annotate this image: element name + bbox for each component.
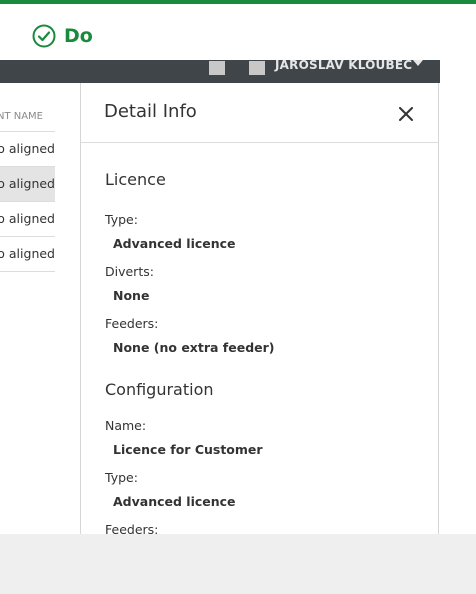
licence-diverts-label: Diverts: bbox=[105, 264, 154, 279]
licence-diverts-value: None bbox=[113, 288, 150, 303]
detail-panel-header: Detail Info bbox=[81, 83, 438, 143]
user-name-menu[interactable]: JAROSLAV KLOUBEC bbox=[275, 58, 412, 72]
status-text: Do bbox=[64, 25, 93, 47]
notification-icon[interactable] bbox=[209, 61, 225, 75]
configuration-section-title: Configuration bbox=[105, 380, 214, 399]
detail-panel-title: Detail Info bbox=[104, 101, 197, 122]
configuration-feeders-label: Feeders: bbox=[105, 522, 159, 534]
licence-type-label: Type: bbox=[105, 212, 138, 227]
detail-panel: Detail Info Licence Type: Advanced licen… bbox=[80, 83, 439, 534]
close-button[interactable] bbox=[393, 101, 419, 127]
table-row[interactable]: Mimo aligned bbox=[0, 237, 55, 272]
configuration-type-value: Advanced licence bbox=[113, 494, 236, 509]
close-icon bbox=[399, 107, 413, 121]
configuration-type-label: Type: bbox=[105, 470, 138, 485]
licence-feeders-label: Feeders: bbox=[105, 316, 159, 331]
table-row-selected[interactable]: Mimo aligned bbox=[0, 167, 55, 202]
configuration-name-label: Name: bbox=[105, 418, 147, 433]
column-header-name[interactable]: ALIGNMENT NAME bbox=[0, 104, 55, 132]
user-avatar[interactable] bbox=[249, 61, 265, 75]
app-header-bar: JAROSLAV KLOUBEC bbox=[0, 58, 440, 83]
licence-section-title: Licence bbox=[105, 170, 166, 189]
status-label: Do bbox=[32, 22, 93, 50]
licence-type-value: Advanced licence bbox=[113, 236, 236, 251]
chevron-down-icon[interactable] bbox=[413, 60, 423, 66]
alignment-list: ALIGNMENT NAME Mimo aligned Mimo aligned… bbox=[0, 104, 55, 272]
app-frame: Do JAROSLAV KLOUBEC ALIGNMENT NAME Mimo … bbox=[0, 4, 476, 534]
check-circle-icon bbox=[32, 24, 56, 48]
configuration-name-value: Licence for Customer bbox=[113, 442, 263, 457]
licence-feeders-value: None (no extra feeder) bbox=[113, 340, 275, 355]
detail-panel-body: Licence Type: Advanced licence Diverts: … bbox=[105, 143, 428, 534]
table-row[interactable]: Mimo aligned bbox=[0, 132, 55, 167]
table-row[interactable]: Mimo aligned bbox=[0, 202, 55, 237]
